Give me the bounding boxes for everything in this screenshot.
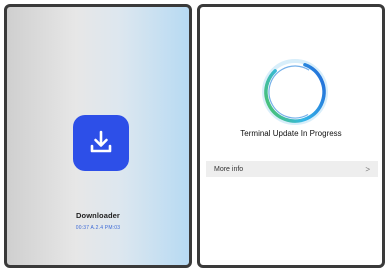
app-version: 00:37 A.2.4 PM:03 xyxy=(75,225,121,231)
update-panel: Terminal Update In Progress More info > xyxy=(197,4,385,268)
downloader-panel: Downloader 00:37 A.2.4 PM:03 xyxy=(4,4,192,268)
more-info-label: More info xyxy=(214,165,244,173)
more-info-row[interactable]: More info > xyxy=(206,161,378,177)
update-title: Terminal Update In Progress xyxy=(240,129,342,138)
screenshot-canvas: Downloader 00:37 A.2.4 PM:03 Terminal Up… xyxy=(0,0,389,272)
chevron-right-icon: > xyxy=(365,164,370,174)
downloader-app-icon[interactable] xyxy=(73,115,129,171)
progress-ring-icon xyxy=(262,59,328,125)
download-icon xyxy=(90,130,112,153)
app-name: Downloader xyxy=(76,211,120,220)
